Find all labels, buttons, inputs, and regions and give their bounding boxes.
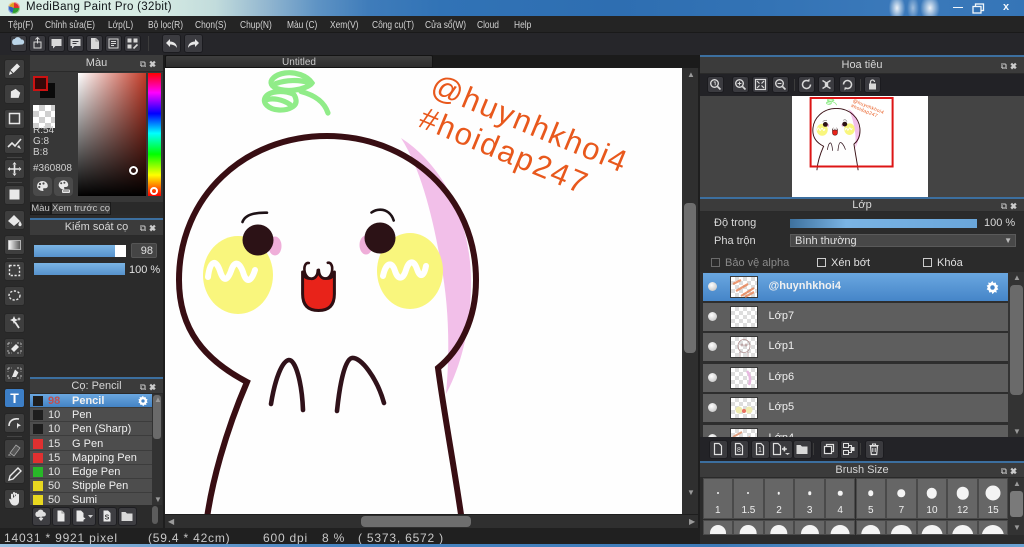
svg-text:1: 1 — [758, 447, 762, 454]
svg-text:S: S — [105, 515, 110, 522]
svg-text:8: 8 — [737, 447, 741, 454]
